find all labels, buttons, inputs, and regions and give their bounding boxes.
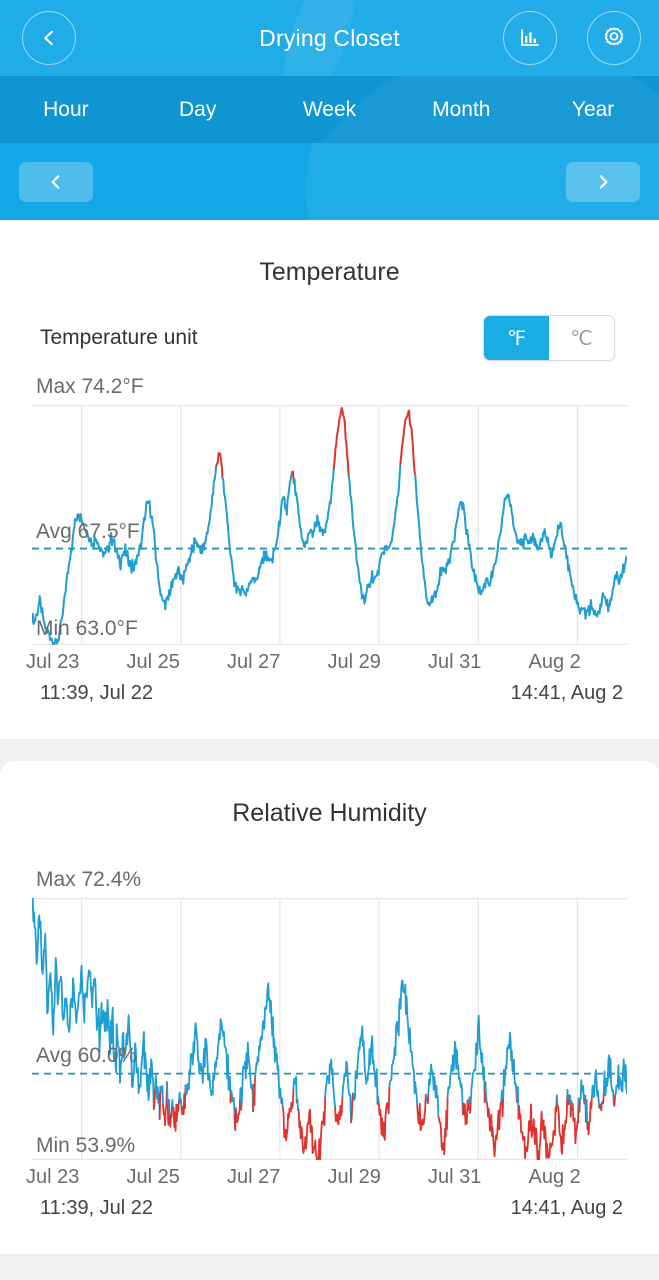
- chevron-left-icon: [44, 30, 53, 46]
- range-end: 14:41, Aug 2: [510, 682, 623, 704]
- statistics-button[interactable]: [503, 11, 557, 65]
- range-start: 11:39, Jul 22: [40, 1197, 154, 1219]
- chevron-right-icon: [599, 174, 608, 189]
- temperature-min-label: Min 63.0°F: [36, 617, 138, 640]
- x-tick: Jul 25: [126, 1166, 180, 1188]
- content-scroll[interactable]: Temperature Temperature unit ℉ ℃ Max 74.…: [0, 220, 659, 1280]
- x-tick: Jul 29: [327, 651, 381, 673]
- tab-day[interactable]: Day: [132, 76, 264, 143]
- settings-button[interactable]: [587, 11, 641, 65]
- humidity-plot: [32, 898, 627, 1160]
- unit-option-fahrenheit[interactable]: ℉: [484, 316, 549, 360]
- previous-period-button[interactable]: [19, 161, 93, 202]
- temperature-x-axis: Jul 23 Jul 25 Jul 27 Jul 29 Jul 31 Aug 2: [26, 651, 629, 674]
- temperature-title: Temperature: [259, 258, 400, 286]
- humidity-card: Relative Humidity Max 72.4% Avg 60.0% Mi…: [0, 761, 659, 1254]
- tab-hour[interactable]: Hour: [0, 76, 132, 143]
- temperature-range-row: 11:39, Jul 22 14:41, Aug 2: [40, 682, 623, 705]
- x-tick: Jul 23: [26, 651, 80, 673]
- temperature-max-label: Max 74.2°F: [36, 375, 144, 398]
- temperature-avg-label: Avg 67.5°F: [36, 519, 140, 543]
- tab-year[interactable]: Year: [527, 76, 659, 143]
- app-header: Drying Closet: [0, 0, 659, 76]
- back-button[interactable]: [22, 11, 76, 65]
- chevron-left-icon: [51, 174, 60, 189]
- x-tick: Aug 2: [528, 651, 581, 673]
- app-screen: Drying Closet Hour Day Week Month Year T…: [0, 0, 659, 1280]
- tab-month[interactable]: Month: [395, 76, 527, 143]
- humidity-chart-wrap: Max 72.4% Avg 60.0% Min 53.9% Jul 23 Jul…: [0, 868, 659, 1254]
- x-tick: Aug 2: [528, 1166, 581, 1188]
- unit-option-celsius[interactable]: ℃: [549, 316, 614, 360]
- next-period-button[interactable]: [566, 161, 640, 202]
- range-start: 11:39, Jul 22: [40, 682, 154, 704]
- temperature-chart[interactable]: Max 74.2°F Avg 67.5°F Min 63.0°F: [32, 375, 627, 645]
- humidity-chart[interactable]: Max 72.4% Avg 60.0% Min 53.9%: [32, 868, 627, 1160]
- period-tabs: Hour Day Week Month Year: [0, 76, 659, 143]
- humidity-x-axis: Jul 23 Jul 25 Jul 27 Jul 29 Jul 31 Aug 2: [26, 1166, 629, 1189]
- humidity-min-label: Min 53.9%: [36, 1134, 136, 1157]
- x-tick: Jul 25: [126, 651, 180, 673]
- temperature-unit-row: Temperature unit ℉ ℃: [0, 293, 659, 365]
- period-pager: [0, 143, 659, 220]
- tab-week[interactable]: Week: [264, 76, 396, 143]
- bar-chart-icon: [521, 29, 539, 46]
- humidity-range-row: 11:39, Jul 22 14:41, Aug 2: [40, 1197, 623, 1220]
- humidity-max-label: Max 72.4%: [36, 868, 142, 891]
- humidity-avg-label: Avg 60.0%: [36, 1043, 138, 1067]
- range-end: 14:41, Aug 2: [510, 1197, 623, 1219]
- x-tick: Jul 29: [327, 1166, 381, 1188]
- x-tick: Jul 31: [428, 1166, 482, 1188]
- x-tick: Jul 23: [26, 1166, 80, 1188]
- gear-icon: [604, 27, 624, 46]
- temperature-chart-wrap: Max 74.2°F Avg 67.5°F Min 63.0°F Jul 23 …: [0, 375, 659, 739]
- humidity-title: Relative Humidity: [232, 799, 427, 827]
- temperature-card: Temperature Temperature unit ℉ ℃ Max 74.…: [0, 220, 659, 739]
- x-tick: Jul 31: [428, 651, 482, 673]
- temperature-unit-toggle[interactable]: ℉ ℃: [483, 315, 615, 361]
- x-tick: Jul 27: [227, 1166, 281, 1188]
- temperature-unit-label: Temperature unit: [40, 326, 198, 349]
- x-tick: Jul 27: [227, 651, 281, 673]
